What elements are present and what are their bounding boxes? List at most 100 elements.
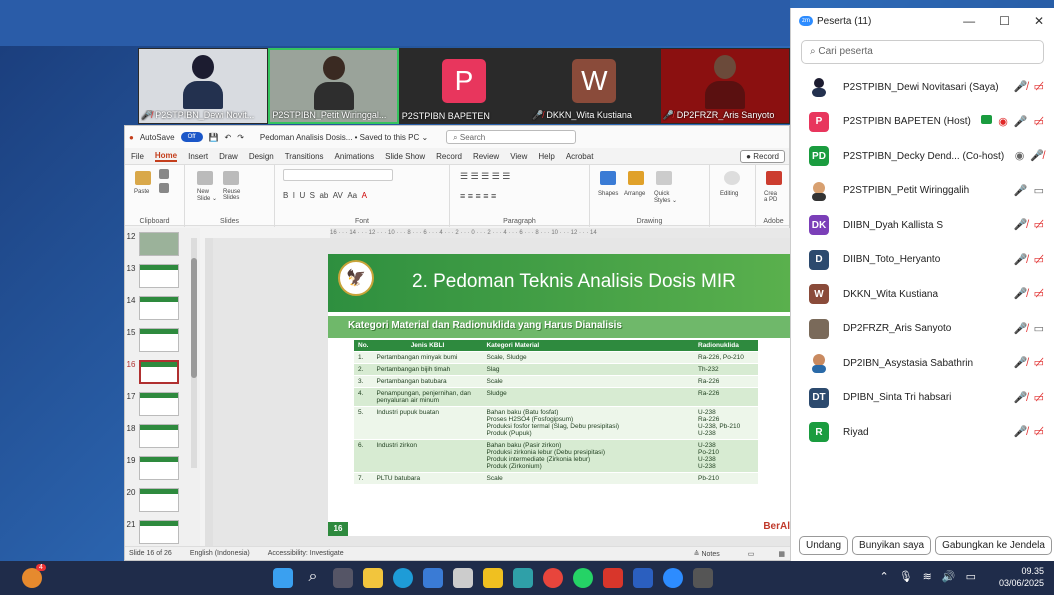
paste-icon[interactable]	[135, 171, 151, 185]
mic-muted-icon[interactable]: 🎤̸	[1014, 425, 1028, 438]
participant-row[interactable]: DP2FRZR_Aris Sanyoto 🎤̸ ▭	[791, 312, 1054, 347]
video-off-icon[interactable]: ▭̸	[1034, 218, 1044, 231]
slide-sorter-icon[interactable]: ▦	[778, 550, 785, 558]
participant-row[interactable]: DP2IBN_Asystasia Sabathrin 🎤̸ ▭̸	[791, 346, 1054, 381]
search-icon[interactable]: ⌕	[303, 568, 323, 588]
autosave-toggle[interactable]: Off	[180, 132, 203, 142]
battery-icon[interactable]: ▭	[966, 570, 976, 583]
menu-transitions[interactable]: Transitions	[285, 152, 324, 161]
slide-thumbnail-14[interactable]	[139, 296, 179, 320]
video-off-icon[interactable]: ▭̸	[1034, 425, 1044, 438]
video-tile-petit[interactable]: P2STPIBN_Petit Wiringgal...	[268, 48, 399, 124]
mic-muted-icon[interactable]: 🎤̸	[1014, 80, 1028, 93]
language-status[interactable]: English (Indonesia)	[190, 550, 250, 557]
new-slide-icon[interactable]	[197, 171, 213, 185]
menu-acrobat[interactable]: Acrobat	[566, 152, 594, 161]
editing-search-icon[interactable]	[724, 171, 740, 185]
mic-muted-icon[interactable]: 🎤̸	[1014, 322, 1028, 335]
windows-start-icon[interactable]	[273, 568, 293, 588]
menu-slideshow[interactable]: Slide Show	[385, 152, 425, 161]
whatsapp-icon[interactable]	[573, 568, 593, 588]
slide-thumbnail-17[interactable]	[139, 392, 179, 416]
search-box[interactable]: ⌕ Search	[446, 130, 577, 144]
zoom-icon[interactable]	[663, 568, 683, 588]
mic-muted-icon[interactable]: 🎤̸	[1014, 253, 1028, 266]
align-buttons[interactable]: ≡ ≡ ≡ ≡ ≡	[460, 191, 496, 201]
slide-thumbnail-18[interactable]	[139, 424, 179, 448]
participant-row[interactable]: R Riyad 🎤̸ ▭̸	[791, 415, 1054, 450]
video-off-icon[interactable]: ▭̸	[1034, 287, 1044, 300]
participant-search-input[interactable]: ⌕ Cari peserta	[801, 40, 1044, 64]
menu-home[interactable]: Home	[154, 151, 178, 162]
edge-icon[interactable]	[393, 568, 413, 588]
menu-view[interactable]: View	[510, 152, 527, 161]
normal-view-icon[interactable]: ▭	[748, 550, 755, 558]
participant-row[interactable]: W DKKN_Wita Kustiana 🎤̸ ▭̸	[791, 277, 1054, 312]
camera-app-icon[interactable]	[693, 568, 713, 588]
participant-row[interactable]: DK DIIBN_Dyah Kallista S 🎤̸ ▭̸	[791, 208, 1054, 243]
video-tile-wita[interactable]: W 🎤̸ DKKN_Wita Kustiana	[529, 48, 660, 124]
slide-thumbnail-20[interactable]	[139, 488, 179, 512]
slide-thumbnail-12[interactable]	[139, 232, 179, 256]
mic-icon[interactable]: 🎤	[1014, 115, 1028, 128]
mic-muted-icon[interactable]: 🎤̸	[1030, 149, 1044, 162]
menu-insert[interactable]: Insert	[188, 152, 208, 161]
invite-button[interactable]: Undang	[799, 536, 849, 555]
mic-muted-icon[interactable]: 🎤̸	[1014, 218, 1028, 231]
video-tile-bapeten[interactable]: P P2STPIBN BAPETEN	[398, 48, 530, 124]
mic-tray-icon[interactable]: 🎙	[899, 570, 913, 583]
wifi-icon[interactable]: ≋	[923, 570, 932, 583]
chevron-up-icon[interactable]: ⌃	[879, 570, 888, 583]
video-tile-dewi[interactable]: 🎤̸ P2STPIBN_Dewi Novit...	[138, 48, 269, 124]
record-button[interactable]: ● Record	[740, 149, 785, 163]
clock[interactable]: 09.35 03/06/2025	[999, 565, 1044, 589]
chrome-icon[interactable]	[543, 568, 563, 588]
volume-icon[interactable]: 🔊	[942, 570, 956, 583]
copy-icon[interactable]	[159, 183, 169, 193]
slide-thumbnail-13[interactable]	[139, 264, 179, 288]
quick-styles-icon[interactable]	[656, 171, 672, 185]
participant-row[interactable]: DT DPIBN_Sinta Tri habsari 🎤̸ ▭̸	[791, 381, 1054, 416]
slide-16[interactable]: 🦅 2. Pedoman Teknis Analisis Dosis MIR K…	[328, 254, 790, 536]
mic-muted-icon[interactable]: 🎤̸	[1014, 356, 1028, 369]
notification-app-icon[interactable]	[22, 568, 42, 588]
paragraph-buttons[interactable]: ☰ ☰ ☰ ☰ ☰	[460, 171, 510, 182]
menu-review[interactable]: Review	[473, 152, 499, 161]
word-icon[interactable]	[633, 568, 653, 588]
participant-row[interactable]: P2STPIBN_Petit Wiringgalih 🎤 ▭	[791, 174, 1054, 209]
font-name-box[interactable]	[283, 169, 393, 181]
participant-row[interactable]: PD P2STPIBN_Decky Dend... (Co-host) ◉ 🎤̸	[791, 139, 1054, 174]
shapes-icon[interactable]	[600, 171, 616, 185]
slide-thumbnail-21[interactable]	[139, 520, 179, 544]
create-pdf-icon[interactable]	[766, 171, 782, 185]
maximize-icon[interactable]: ☐	[999, 14, 1010, 28]
unmute-me-button[interactable]: Bunyikan saya	[852, 536, 932, 555]
menu-animations[interactable]: Animations	[335, 152, 375, 161]
store-icon[interactable]	[423, 568, 443, 588]
menu-record[interactable]: Record	[436, 152, 462, 161]
slide-thumbnail-15[interactable]	[139, 328, 179, 352]
cut-icon[interactable]	[159, 169, 169, 179]
mic-icon[interactable]: 🎤	[1014, 184, 1028, 197]
snipping-tool-icon[interactable]	[453, 568, 473, 588]
font-format-buttons[interactable]: B I U S ab AV Aa A	[283, 191, 367, 200]
video-icon[interactable]: ▭	[1034, 322, 1044, 335]
menu-design[interactable]: Design	[249, 152, 274, 161]
video-off-icon[interactable]: ▭̸	[1034, 80, 1044, 93]
video-off-icon[interactable]: ▭̸	[1034, 391, 1044, 404]
mic-muted-icon[interactable]: 🎤̸	[1014, 287, 1028, 300]
notes-button[interactable]: ≜ Notes	[694, 550, 720, 558]
redo-icon[interactable]: ↷	[237, 133, 244, 142]
acrobat-icon[interactable]	[603, 568, 623, 588]
merge-window-button[interactable]: Gabungkan ke Jendela	[935, 536, 1052, 555]
slide-thumbnail-19[interactable]	[139, 456, 179, 480]
thumbnail-scrollbar[interactable]	[191, 238, 197, 468]
menu-draw[interactable]: Draw	[219, 152, 238, 161]
participant-row[interactable]: P P2STPIBN BAPETEN (Host) ◉ 🎤 ▭̸	[791, 105, 1054, 140]
mic-muted-icon[interactable]: 🎤̸	[1014, 391, 1028, 404]
menu-file[interactable]: File	[131, 152, 144, 161]
reuse-slides-icon[interactable]	[223, 171, 239, 185]
file-explorer-icon[interactable]	[363, 568, 383, 588]
arrange-icon[interactable]	[628, 171, 644, 185]
close-icon[interactable]: ✕	[1034, 14, 1044, 28]
